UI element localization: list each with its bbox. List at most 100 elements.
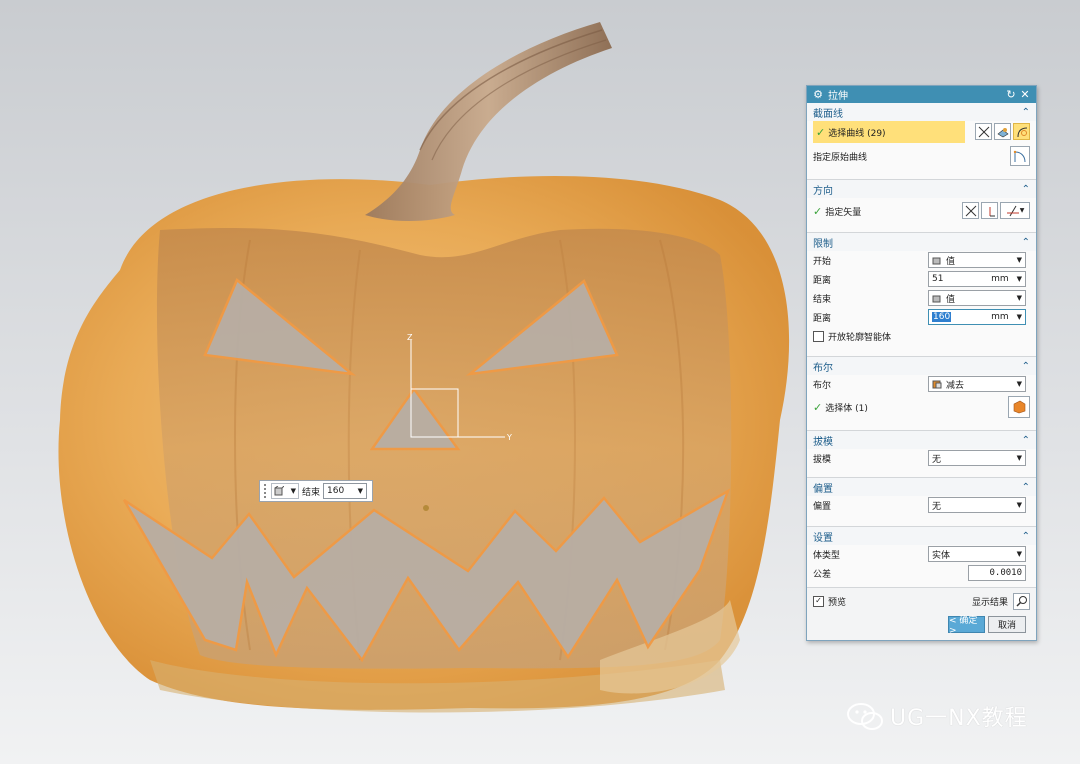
- show-result-label: 显示结果: [971, 597, 1008, 608]
- chevron-up-icon[interactable]: ⌃: [1022, 361, 1030, 372]
- section-header[interactable]: 方向 ⌃: [807, 180, 1036, 198]
- section-header[interactable]: 偏置 ⌃: [807, 478, 1036, 496]
- reverse-direction-button[interactable]: [962, 202, 979, 219]
- chevron-down-icon: ▼: [1016, 550, 1022, 558]
- boolean-select[interactable]: 减去 ▼: [928, 376, 1026, 392]
- chevron-down-icon: ▼: [1019, 207, 1025, 214]
- limits-group: 限制 ⌃ 开始 值 ▼ 距离 51 mm ▼ 结束 值 ▼ 距离 160 mm …: [807, 233, 1036, 357]
- watermark-text: UG一NX教程: [890, 706, 1028, 731]
- open-profile-checkbox[interactable]: [813, 331, 824, 342]
- dialog-titlebar[interactable]: ⚙ 拉伸 ↻ ✕: [807, 86, 1036, 103]
- chevron-down-icon: ▼: [290, 487, 296, 495]
- end-type-select[interactable]: 值 ▼: [928, 290, 1026, 306]
- floating-limit-toolbar: ▼ 结束 160 ▼: [259, 480, 373, 502]
- drag-handle[interactable]: [264, 484, 268, 498]
- origin-point: [423, 505, 429, 511]
- section-title: 截面线: [813, 108, 843, 120]
- start-type-value: 值: [946, 256, 956, 267]
- sketch-section-button[interactable]: [994, 123, 1011, 140]
- value-cube-icon: [932, 295, 941, 302]
- end-value-select[interactable]: 160 ▼: [323, 483, 368, 499]
- boolean-group: 布尔 ⌃ 布尔 减去 ▼ ✓ 选择体 (1): [807, 357, 1036, 431]
- end-distance-unit: mm: [991, 312, 1009, 322]
- zc-axis-icon: [1006, 205, 1019, 216]
- start-distance-value: 51: [932, 274, 944, 284]
- chevron-down-icon: ▼: [1016, 294, 1022, 302]
- boolean-value: 减去: [946, 380, 965, 391]
- section-header[interactable]: 拔模 ⌃: [807, 431, 1036, 449]
- section-title: 设置: [813, 532, 833, 544]
- dialog-title: 拉伸: [828, 91, 848, 102]
- chevron-down-icon: ▼: [1016, 380, 1022, 388]
- chevron-up-icon[interactable]: ⌃: [1022, 531, 1030, 542]
- start-label: 开始: [813, 257, 832, 267]
- section-title: 布尔: [813, 362, 833, 374]
- end-distance-input[interactable]: 160 mm ▼: [928, 309, 1026, 325]
- end-value: 160: [327, 486, 345, 496]
- section-title: 偏置: [813, 483, 833, 495]
- offset-label: 偏置: [813, 502, 832, 512]
- tolerance-input[interactable]: 0.0010: [968, 565, 1026, 581]
- section-header[interactable]: 布尔 ⌃: [807, 357, 1036, 375]
- curve-button[interactable]: [1013, 123, 1030, 140]
- offset-value: 无: [932, 501, 942, 512]
- chevron-down-icon: ▼: [357, 487, 364, 495]
- dialog-footer: ✓ 预览 显示结果 < 确定 > 取消: [807, 588, 1036, 638]
- draft-value: 无: [932, 454, 942, 465]
- check-icon: ✓: [813, 400, 823, 414]
- show-result-button[interactable]: [1013, 592, 1030, 610]
- chevron-up-icon[interactable]: ⌃: [1022, 184, 1030, 195]
- end-label: 结束: [302, 487, 321, 498]
- watermark: UG一NX教程: [846, 700, 1028, 732]
- origin-curve-button[interactable]: [1010, 146, 1030, 166]
- body-type-select[interactable]: 实体 ▼: [928, 546, 1026, 562]
- end-distance-value: 160: [932, 312, 952, 322]
- start-distance-unit: mm: [991, 274, 1009, 284]
- chevron-down-icon: ▼: [1016, 501, 1022, 509]
- select-body-button[interactable]: [1008, 396, 1030, 418]
- start-distance-label: 距离: [813, 276, 832, 286]
- section-header[interactable]: 设置 ⌃: [807, 527, 1036, 545]
- draft-select[interactable]: 无 ▼: [928, 450, 1026, 466]
- close-icon[interactable]: ✕: [1018, 88, 1032, 101]
- end-type-value: 值: [946, 294, 956, 305]
- preview-checkbox[interactable]: ✓: [813, 595, 824, 607]
- subtract-icon: [932, 380, 942, 388]
- vector-dialog-button[interactable]: [981, 202, 998, 219]
- draft-group: 拔模 ⌃ 拔模 无 ▼: [807, 431, 1036, 478]
- section-title: 限制: [813, 238, 833, 250]
- vector-icon: [989, 206, 995, 216]
- chevron-up-icon[interactable]: ⌃: [1022, 237, 1030, 248]
- chevron-up-icon[interactable]: ⌃: [1022, 435, 1030, 446]
- reset-icon[interactable]: ↻: [1004, 88, 1018, 101]
- specify-origin-curve-label: 指定原始曲线: [813, 152, 868, 163]
- cancel-button[interactable]: 取消: [988, 616, 1026, 633]
- direction-group: 方向 ⌃ ✓ 指定矢量 ▼: [807, 180, 1036, 233]
- vector-type-select[interactable]: ▼: [1000, 202, 1030, 219]
- section-header[interactable]: 限制 ⌃: [807, 233, 1036, 251]
- select-curve-row[interactable]: ✓ 选择曲线 (29): [813, 121, 965, 143]
- limit-option-button[interactable]: ▼: [271, 483, 299, 499]
- chevron-down-icon: ▼: [1016, 275, 1022, 283]
- origin-curve-icon: [1013, 150, 1026, 163]
- chevron-up-icon[interactable]: ⌃: [1022, 482, 1030, 493]
- start-distance-input[interactable]: 51 mm ▼: [928, 271, 1026, 287]
- tolerance-value: 0.0010: [989, 568, 1022, 578]
- curve-rule-button[interactable]: [975, 123, 992, 140]
- magnifier-icon: [1015, 596, 1027, 607]
- chevron-up-icon[interactable]: ⌃: [1022, 107, 1030, 118]
- triad-z-label: Z: [407, 333, 413, 342]
- start-type-select[interactable]: 值 ▼: [928, 252, 1026, 268]
- offset-select[interactable]: 无 ▼: [928, 497, 1026, 513]
- ok-button[interactable]: < 确定 >: [948, 616, 985, 636]
- section-curve-group: 截面线 ⌃ ✓ 选择曲线 (29) 指定原始曲线: [807, 103, 1036, 180]
- specify-vector-label: 指定矢量: [825, 207, 862, 218]
- wechat-icon: [847, 703, 883, 730]
- section-title: 方向: [813, 185, 833, 197]
- gear-icon[interactable]: ⚙: [811, 88, 825, 101]
- check-icon: ✓: [813, 204, 823, 218]
- chevron-down-icon: ▼: [1016, 256, 1022, 264]
- section-header[interactable]: 截面线 ⌃: [807, 103, 1036, 121]
- check-icon: ✓: [816, 125, 826, 139]
- select-curve-label: 选择曲线 (29): [828, 128, 886, 139]
